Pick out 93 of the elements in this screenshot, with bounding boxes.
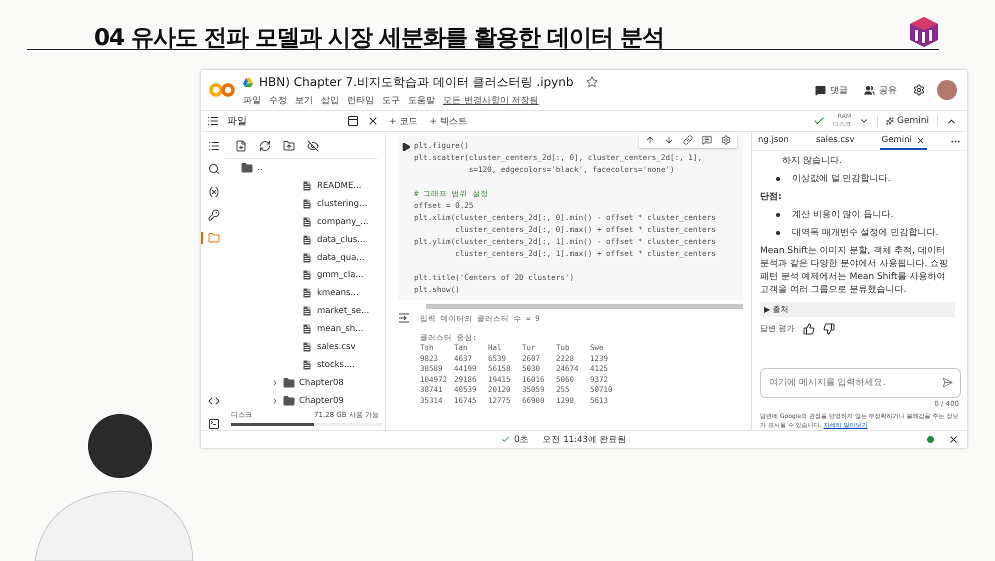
file-name[interactable]: mean_sh... xyxy=(317,324,364,334)
paragraph: Mean Shift는 이미지 분할, 객체 추적, 데이터 분석과 같은 다양한 분야에서 사용됩니다. 쇼핑 패턴 분석 예제에서는 Mean Shift를 사용하여 고객을 여러 그룹으로 분류했습니다. xyxy=(760,245,950,297)
close-icon[interactable] xyxy=(916,136,925,144)
menu-item[interactable]: 삽입 xyxy=(321,94,339,106)
upload-folder-icon[interactable] xyxy=(283,140,295,152)
menu-item[interactable]: 도구 xyxy=(382,94,400,106)
file-name[interactable]: README... xyxy=(317,180,362,191)
menu-item[interactable]: 보기 xyxy=(295,94,313,106)
menu-item[interactable]: 도움말 xyxy=(408,94,435,106)
thumbs-up-icon[interactable] xyxy=(802,322,815,334)
avatar[interactable] xyxy=(937,80,957,100)
logo-icon xyxy=(209,82,235,98)
folder-icon xyxy=(241,162,253,174)
close-icon[interactable] xyxy=(948,434,959,445)
completion-status: 오전 11:43에 완료됨 xyxy=(542,434,627,446)
file-icon xyxy=(301,198,313,210)
file-name[interactable]: market_se... xyxy=(317,306,370,316)
menu-item[interactable]: 런타임 xyxy=(347,94,374,106)
message-input[interactable]: 여기에 메시지를 입력하세요. xyxy=(760,368,961,398)
file-icon xyxy=(301,252,313,264)
comment-icon xyxy=(815,84,826,96)
file-name[interactable]: .. xyxy=(257,162,262,173)
comment-icon[interactable] xyxy=(702,135,712,145)
menu-item[interactable]: 수정 xyxy=(269,94,287,106)
sources-toggle[interactable]: ▶ 출처 xyxy=(760,302,955,317)
file-icon xyxy=(301,287,313,300)
notebook-title: HBN) Chapter 7.비지도학습과 데이터 클러스터링 .ipynb xyxy=(259,74,574,90)
file-name[interactable]: clustering... xyxy=(317,198,368,209)
send-icon[interactable] xyxy=(942,377,953,388)
check-icon xyxy=(501,435,510,444)
add-code-button[interactable]: + 코드 xyxy=(385,114,422,128)
panel-tab[interactable]: Gemini xyxy=(880,132,927,150)
file-icon xyxy=(301,341,313,354)
settings-icon[interactable] xyxy=(721,135,731,145)
file-name[interactable]: company_... xyxy=(317,216,369,227)
chevron-icon[interactable] xyxy=(271,396,279,405)
save-status-link[interactable]: 모든 변경사항이 저장됨 xyxy=(443,94,539,106)
star-icon[interactable] xyxy=(586,76,598,88)
file-icon xyxy=(301,234,313,246)
refresh-icon[interactable] xyxy=(259,140,271,152)
bullet-icon xyxy=(776,212,780,216)
folder-name[interactable]: Chapter08 xyxy=(299,378,344,388)
settings-icon[interactable] xyxy=(913,84,925,96)
file-icon xyxy=(301,216,313,228)
comment-button[interactable]: 댓글 xyxy=(815,84,848,96)
status-dot xyxy=(927,436,934,443)
list-item: 하지 않습니다. xyxy=(781,155,843,168)
gemini-button[interactable]: Gemini xyxy=(877,116,938,126)
folder-icon xyxy=(283,377,295,390)
chevron-icon[interactable] xyxy=(271,379,279,388)
file-name[interactable]: kmeans... xyxy=(317,288,359,298)
file-icon xyxy=(301,305,313,318)
hidden-eye-icon[interactable] xyxy=(307,140,319,152)
share-button[interactable]: 공유 xyxy=(864,84,897,96)
add-text-button[interactable]: + 텍스트 xyxy=(425,114,471,128)
drive-icon xyxy=(243,78,253,86)
link-icon[interactable] xyxy=(683,135,693,145)
file-icon xyxy=(301,323,313,336)
file-icon xyxy=(301,269,313,282)
file-icon xyxy=(301,359,313,372)
folder-icon xyxy=(283,394,295,407)
file-name[interactable]: stocks.... xyxy=(317,360,355,370)
rate-label: 답변 평가 xyxy=(760,323,795,335)
slide-title: 04 유사도 전파 모델과 시장 세분화를 활용한 데이터 분석 xyxy=(94,24,664,53)
thumbs-down-icon[interactable] xyxy=(822,322,835,334)
run-duration: 0초 xyxy=(514,434,529,446)
bullet-icon xyxy=(776,230,780,234)
check-icon xyxy=(813,115,826,127)
output-icon[interactable] xyxy=(398,313,410,323)
list-item: 계산 비용이 많이 듭니다. xyxy=(792,209,894,222)
file-name[interactable]: data_clus... xyxy=(317,234,366,245)
window-icon[interactable] xyxy=(347,115,359,127)
close-icon[interactable] xyxy=(367,115,379,127)
menu-item[interactable]: 파일 xyxy=(243,94,261,106)
panel-title: 파일 xyxy=(227,115,248,128)
file-name[interactable]: gmm_cla... xyxy=(317,270,364,280)
bullet-icon xyxy=(776,176,780,180)
new-file-icon[interactable] xyxy=(235,140,247,152)
panel-tab[interactable]: sales.csv xyxy=(814,132,856,150)
panel-tab[interactable]: ng.json xyxy=(756,132,791,150)
sparkle-icon xyxy=(886,117,894,125)
people-icon xyxy=(864,84,875,96)
list-item: 이상값에 덜 민감합니다. xyxy=(792,173,891,186)
list-item: 대역폭 매개변수 설정에 민감합니다. xyxy=(792,227,938,240)
up-arrow-icon[interactable] xyxy=(645,135,655,145)
folder-name[interactable]: Chapter09 xyxy=(299,396,344,406)
down-arrow-icon[interactable] xyxy=(664,135,674,145)
file-name[interactable]: data_qua... xyxy=(317,252,364,263)
file-name[interactable]: sales.csv xyxy=(317,342,356,352)
run-icon[interactable] xyxy=(401,142,411,152)
heading: 단점: xyxy=(760,191,783,204)
logo-icon xyxy=(909,16,939,48)
file-icon xyxy=(301,180,313,192)
